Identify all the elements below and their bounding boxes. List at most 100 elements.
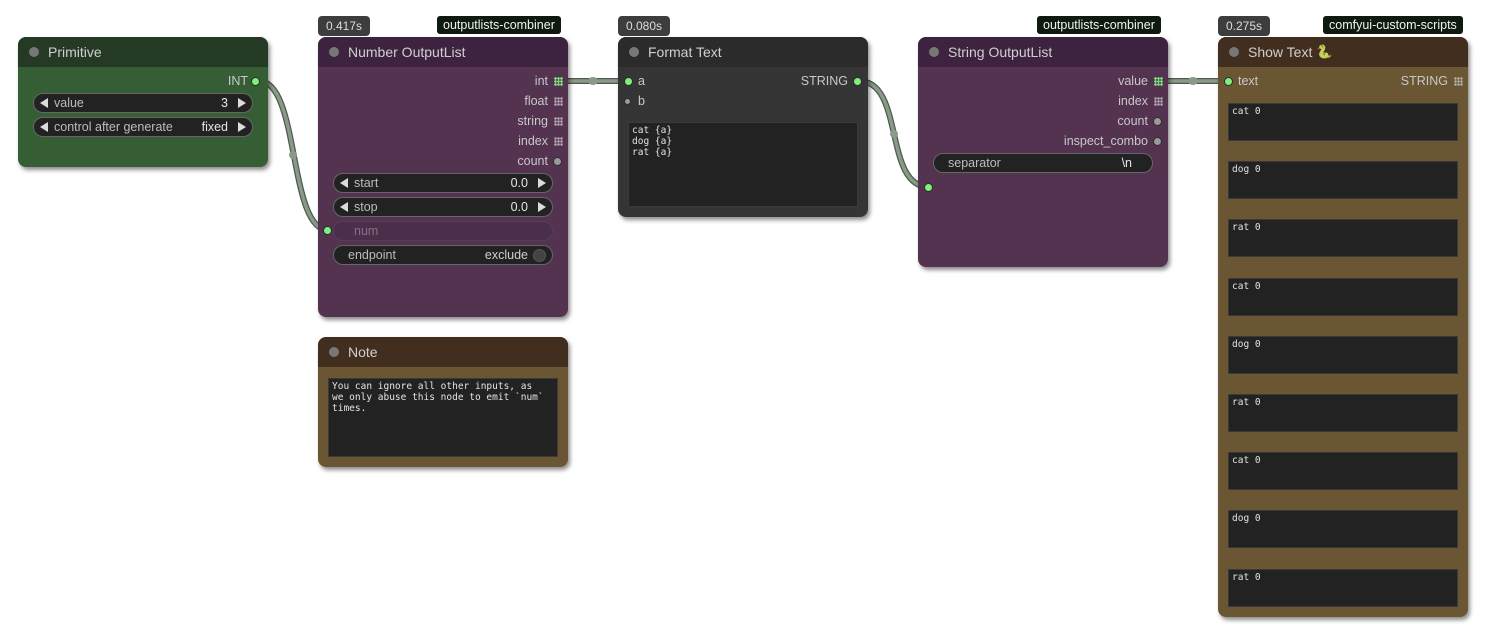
start-widget[interactable]: start 0.0: [333, 173, 553, 193]
output-label: string: [517, 114, 548, 128]
widget-value: 3: [221, 96, 228, 110]
separator-widget[interactable]: separator \n: [933, 153, 1153, 173]
output-count[interactable]: count: [448, 151, 562, 171]
output-index[interactable]: index: [448, 131, 563, 151]
list-output-icon[interactable]: [1154, 77, 1163, 86]
list-output-icon[interactable]: [554, 77, 563, 86]
output-index[interactable]: index: [1028, 91, 1163, 111]
source-badge: outputlists-combiner: [437, 16, 561, 34]
widget-label: control after generate: [54, 120, 173, 134]
shown-text-0[interactable]: cat 0: [1228, 103, 1458, 141]
shown-text-7[interactable]: dog 0: [1228, 510, 1458, 548]
shown-text-2[interactable]: rat 0: [1228, 219, 1458, 257]
list-output-icon[interactable]: [554, 137, 563, 146]
string-outputlist-node[interactable]: String OutputList value index count insp…: [918, 37, 1168, 267]
collapse-dot-icon[interactable]: [29, 47, 39, 57]
format-text-header[interactable]: Format Text: [618, 37, 868, 67]
source-badge: outputlists-combiner: [1037, 16, 1161, 34]
output-label: STRING: [800, 74, 848, 88]
output-dot-icon[interactable]: [1153, 137, 1162, 146]
output-label: STRING: [1400, 74, 1448, 88]
input-dot-icon[interactable]: [1224, 77, 1233, 86]
output-label: count: [517, 154, 548, 168]
note-node[interactable]: Note You can ignore all other inputs, as…: [318, 337, 568, 467]
node-title: Show Text: [1248, 44, 1313, 60]
collapse-dot-icon[interactable]: [629, 47, 639, 57]
output-dot-icon[interactable]: [553, 157, 562, 166]
list-output-icon[interactable]: [1454, 77, 1463, 86]
note-textarea[interactable]: You can ignore all other inputs, as we o…: [328, 378, 558, 457]
shown-text-8[interactable]: rat 0: [1228, 569, 1458, 607]
input-b[interactable]: b: [624, 91, 698, 111]
decrement-arrow-icon[interactable]: [340, 202, 348, 212]
output-dot-icon[interactable]: [1153, 117, 1162, 126]
output-count[interactable]: count: [1028, 111, 1162, 131]
stop-widget[interactable]: stop 0.0: [333, 197, 553, 217]
widget-label: start: [354, 176, 379, 190]
node-title: String OutputList: [948, 44, 1053, 60]
previous-arrow-icon[interactable]: [40, 122, 48, 132]
show-text-header[interactable]: Show Text 🐍: [1218, 37, 1468, 67]
output-dot-icon[interactable]: [853, 77, 862, 86]
shown-text-1[interactable]: dog 0: [1228, 161, 1458, 199]
shown-text-5[interactable]: rat 0: [1228, 394, 1458, 432]
list-output-icon[interactable]: [554, 97, 563, 106]
widget-label: num: [354, 224, 379, 238]
list-output-icon[interactable]: [554, 117, 563, 126]
format-text-node[interactable]: Format Text a b STRING cat {a} dog {a} r…: [618, 37, 868, 217]
decrement-arrow-icon[interactable]: [340, 178, 348, 188]
input-a[interactable]: a: [624, 71, 698, 91]
collapse-dot-icon[interactable]: [329, 47, 339, 57]
execution-time-badge: 0.080s: [618, 16, 671, 36]
output-label: index: [1118, 94, 1148, 108]
shown-text-4[interactable]: dog 0: [1228, 336, 1458, 374]
graph-canvas[interactable]: Primitive INT value 3 control after gene…: [0, 0, 1490, 639]
next-arrow-icon[interactable]: [238, 122, 246, 132]
primitive-node[interactable]: Primitive INT value 3 control after gene…: [18, 37, 268, 167]
list-output-icon[interactable]: [1154, 97, 1163, 106]
input-label: b: [638, 94, 645, 108]
output-string[interactable]: STRING: [1348, 71, 1463, 91]
increment-arrow-icon[interactable]: [238, 98, 246, 108]
collapse-dot-icon[interactable]: [1229, 47, 1239, 57]
output-int[interactable]: int: [448, 71, 563, 91]
snake-icon: 🐍: [1316, 44, 1333, 59]
output-label: INT: [227, 74, 248, 88]
input-list-dot-icon[interactable]: [924, 183, 933, 192]
output-float[interactable]: float: [448, 91, 563, 111]
output-dot-icon[interactable]: [251, 77, 260, 86]
output-value[interactable]: value: [1028, 71, 1163, 91]
output-int[interactable]: INT: [168, 71, 260, 91]
output-inspect-combo[interactable]: inspect_combo: [1028, 131, 1162, 151]
execution-time-badge: 0.417s: [318, 16, 371, 36]
input-num-dot-icon[interactable]: [323, 226, 332, 235]
endpoint-toggle[interactable]: endpoint exclude: [333, 245, 553, 265]
collapse-dot-icon[interactable]: [929, 47, 939, 57]
shown-text-6[interactable]: cat 0: [1228, 452, 1458, 490]
primitive-header[interactable]: Primitive: [18, 37, 268, 67]
decrement-arrow-icon[interactable]: [40, 98, 48, 108]
shown-text-3[interactable]: cat 0: [1228, 278, 1458, 316]
input-dot-icon[interactable]: [624, 77, 633, 86]
value-widget[interactable]: value 3: [33, 93, 253, 113]
increment-arrow-icon[interactable]: [538, 202, 546, 212]
template-textarea[interactable]: cat {a} dog {a} rat {a}: [628, 122, 858, 207]
string-outputlist-header[interactable]: String OutputList: [918, 37, 1168, 67]
output-string[interactable]: STRING: [748, 71, 862, 91]
number-outputlist-node[interactable]: Number OutputList int float string index…: [318, 37, 568, 317]
input-text[interactable]: text: [1224, 71, 1318, 91]
node-title: Note: [348, 344, 378, 360]
widget-label: stop: [354, 200, 378, 214]
note-header[interactable]: Note: [318, 337, 568, 367]
toggle-knob-icon[interactable]: [533, 249, 546, 262]
number-outputlist-header[interactable]: Number OutputList: [318, 37, 568, 67]
collapse-dot-icon[interactable]: [329, 347, 339, 357]
output-string[interactable]: string: [448, 111, 563, 131]
widget-value: \n: [1121, 156, 1132, 170]
input-dot-icon[interactable]: [624, 98, 631, 105]
control-after-generate-widget[interactable]: control after generate fixed: [33, 117, 253, 137]
show-text-node[interactable]: Show Text 🐍 text STRING cat 0 dog 0 rat …: [1218, 37, 1468, 617]
source-badge: comfyui-custom-scripts: [1323, 16, 1463, 34]
increment-arrow-icon[interactable]: [538, 178, 546, 188]
output-label: inspect_combo: [1063, 134, 1148, 148]
